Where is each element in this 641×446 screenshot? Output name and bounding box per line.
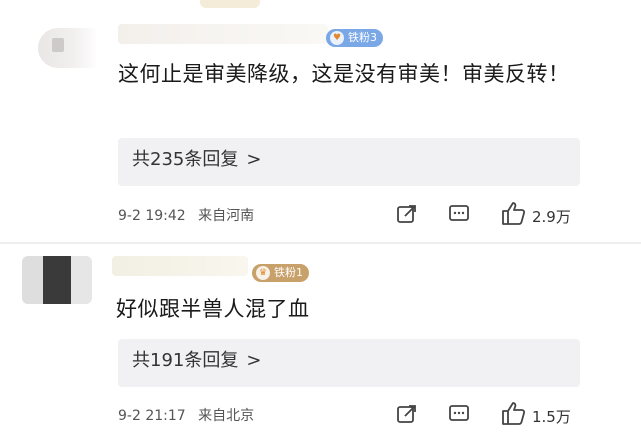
- comment-text: 好似跟半兽人混了血: [116, 297, 310, 321]
- fan-badge-icon: ♥: [330, 31, 344, 45]
- comment-text: 这何止是审美降级，这是没有审美！审美反转！: [118, 62, 570, 86]
- comment-icon[interactable]: [448, 204, 470, 224]
- avatar[interactable]: [38, 28, 98, 68]
- like-count: 2.9万: [532, 208, 571, 226]
- fan-badge[interactable]: ♛ 铁粉1: [252, 264, 309, 282]
- fan-badge-label: 铁粉1: [274, 266, 303, 279]
- replies-count-label: 共235条回复: [132, 149, 239, 170]
- comment-time: 9-2 19:42: [118, 208, 186, 224]
- username-blurred[interactable]: [118, 24, 328, 44]
- share-icon[interactable]: [396, 404, 418, 424]
- fan-badge-label: 铁粉3: [348, 31, 377, 44]
- comment-divider: [0, 242, 641, 244]
- comment-time: 9-2 21:17: [118, 408, 186, 424]
- view-replies-button[interactable]: 共191条回复 >: [118, 339, 580, 387]
- thumbs-up-icon[interactable]: [500, 200, 526, 225]
- chevron-right-icon: >: [246, 350, 262, 371]
- thumbs-up-icon[interactable]: [500, 400, 526, 425]
- comment-location: 来自北京: [198, 408, 255, 424]
- comment-location: 来自河南: [198, 208, 255, 224]
- like-count: 1.5万: [532, 408, 571, 426]
- fan-badge-icon: ♛: [256, 266, 270, 280]
- view-replies-button[interactable]: 共235条回复 >: [118, 138, 580, 186]
- fan-badge[interactable]: ♥ 铁粉3: [326, 29, 383, 47]
- avatar[interactable]: [22, 256, 92, 304]
- comment-icon[interactable]: [448, 404, 470, 424]
- username-blurred[interactable]: [112, 256, 248, 276]
- comment-meta: 9-2 21:17 来自北京: [118, 405, 262, 425]
- comment-meta: 9-2 19:42 来自河南: [118, 205, 262, 225]
- replies-count-label: 共191条回复: [132, 350, 239, 371]
- share-icon[interactable]: [396, 204, 418, 224]
- chevron-right-icon: >: [246, 149, 262, 170]
- avatar-mark: [52, 38, 64, 52]
